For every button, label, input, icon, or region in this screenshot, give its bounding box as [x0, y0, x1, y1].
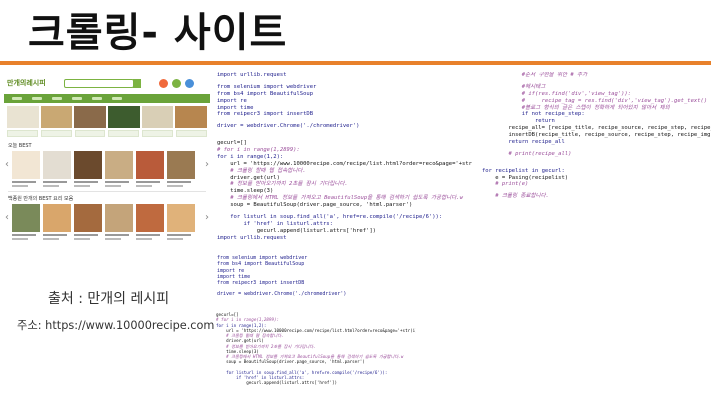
code-line: url = 'https://www.10000recipe.com/recip… — [217, 160, 472, 167]
code-line: return recipe_all — [482, 138, 565, 145]
code-line: from bs4 import BeautifulSoup — [217, 90, 314, 97]
recipe-card — [74, 151, 102, 187]
code-panel-tail: #순서 구현을 위한 # 추가 #해시태그 # if(res.find('div… — [482, 72, 711, 202]
site-address: 주소: https://www.10000recipe.com — [17, 319, 215, 332]
chevron-right-icon: › — [205, 159, 209, 170]
code-line: from selenium import webdriver — [217, 83, 317, 90]
code-line: driver = webdriver.Chrome('./chromedrive… — [217, 291, 347, 298]
search-icon — [132, 78, 141, 88]
site-banner — [4, 106, 210, 128]
recipe-card-row: ‹ › — [4, 204, 210, 240]
recipe-card — [136, 204, 164, 240]
code-line: for i in range(1,2): — [217, 153, 284, 160]
chevron-left-icon: ‹ — [5, 159, 9, 170]
recipe-card — [167, 204, 195, 240]
section-title-today-best: 오늘 BEST — [8, 143, 32, 149]
code-line: if 'href' in listurl.attrs: — [217, 220, 333, 227]
code-panel-loop: gecurl=[] # for i in range(1,2899): for i … — [216, 312, 416, 404]
code-line: #해시태그 — [482, 83, 546, 90]
site-header: 만개의레시피 — [4, 72, 210, 94]
code-line: gecurl.append(listurl.attrs['href']) — [216, 380, 338, 385]
site-category-row — [4, 130, 210, 139]
code-line: # recipe_tag = res.find('div','view_tag'… — [482, 97, 708, 104]
code-line: # for i in range(1,2899): — [217, 147, 300, 153]
code-line: soup = BeautifulSoup(driver.page_source,… — [217, 202, 413, 208]
chevron-right-icon: › — [205, 212, 209, 223]
code-line: for recipelist in gecurl: — [482, 167, 565, 174]
recipe-card — [105, 204, 133, 240]
code-panel-main: import urllib.request from selenium impor… — [217, 72, 472, 258]
code-line: import re — [217, 97, 247, 104]
code-line: import urllib.request — [217, 72, 287, 78]
code-line: # print(e) — [482, 181, 529, 188]
code-line: if not recipe_step: — [482, 111, 585, 118]
code-line: for listurl in soup.find_all('a', href=r… — [216, 369, 388, 375]
code-line: from reipecr3 import insertDB — [217, 111, 314, 118]
recipe-card — [105, 151, 133, 187]
chevron-left-icon: ‹ — [5, 212, 9, 223]
source-caption: 출처 : 만개의 레시피 — [48, 291, 170, 307]
code-line: #블로그 형식의 글은 스텝이 정확하게 되어있지 않아서 제외 — [482, 104, 670, 111]
code-line: import time — [217, 104, 254, 111]
code-line: e = Pasing(recipelist) — [482, 174, 569, 181]
code-line: return — [482, 118, 555, 125]
code-line: # 크롤링에서 HTML 정보를 가져오고 BeautifulSoup을 통해 … — [217, 195, 463, 202]
slide-title: 크롤링- 사이트 — [28, 10, 288, 56]
recipe-card — [43, 204, 71, 240]
code-line: insertDB(recipe_title, recipe_source, re… — [482, 132, 711, 138]
site-logo: 만개의레시피 — [7, 78, 46, 87]
code-line: for listurl in soup.find_all('a', href=r… — [217, 213, 443, 220]
site-search-input — [63, 78, 134, 88]
recipe-card — [12, 204, 40, 240]
code-line: #순서 구현을 위한 # 추가 — [482, 72, 588, 78]
code-line: # print(recipe_all) — [482, 150, 572, 157]
badge-icon — [171, 78, 181, 88]
code-line: # 크롤링 할때 웹 접속합니다. — [217, 167, 306, 174]
site-nav-bar — [4, 94, 210, 103]
code-line: # if(res.find('div','view_tag')): — [482, 90, 632, 97]
code-line: driver = webdriver.Chrome('./chromedrive… — [217, 123, 360, 130]
section-title-best-collection: 백종원 만개의 BEST 요리 모음 — [8, 196, 74, 202]
recipe-card — [12, 151, 40, 187]
code-line: # 크롤링 종료합니다. — [482, 193, 549, 200]
recipe-card — [136, 151, 164, 187]
title-accent-bar — [0, 61, 711, 65]
recipe-card — [167, 151, 195, 187]
code-line: gecurl.append(listurl.attrs['href']) — [217, 227, 376, 234]
code-line: import urllib.request — [217, 234, 287, 241]
code-line: gecurl=[] — [217, 140, 247, 147]
recipe-card — [43, 151, 71, 187]
recipe-card-row: ‹ › — [4, 151, 210, 187]
code-line: # 정보를 받아오기까지 2초를 잠시 기다립니다. — [217, 181, 348, 188]
website-screenshot: 만개의레시피 오늘 BEST ‹ › 백종원 만개의 BEST 요리 모음 ‹ … — [4, 72, 210, 270]
recipe-card — [74, 204, 102, 240]
badge-icon — [158, 78, 168, 88]
badge-icon — [184, 78, 194, 88]
code-line: recipe_all= [recipe_title, recipe_source… — [482, 125, 711, 132]
